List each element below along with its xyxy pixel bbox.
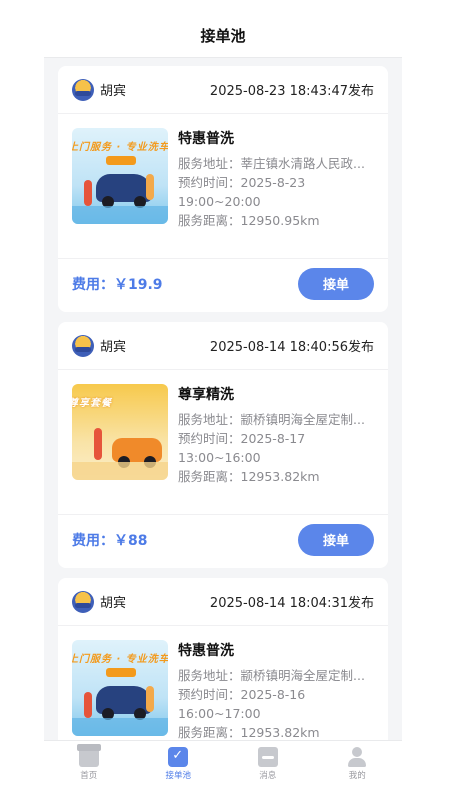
order-details: 尊享套餐 尊享精洗 服务地址：颛桥镇明海全屋定制... 预约时间：2025-8-… [58, 370, 388, 514]
service-thumbnail: 上门服务 · 专业洗车 [72, 640, 168, 736]
publish-time: 2025-08-14 18:40:56发布 [209, 340, 374, 355]
order-details: 上门服务 · 专业洗车 特惠普洗 服务地址：莘庄镇水清路人民政... 预约时间：… [58, 114, 388, 258]
service-address: 服务地址：颛桥镇明海全屋定制... [178, 668, 365, 683]
appointment-slot: 13:00~16:00 [178, 450, 261, 465]
service-address: 服务地址：颛桥镇明海全屋定制... [178, 412, 365, 427]
order-footer: 费用：￥88 接单 [58, 514, 388, 564]
car-illustration [96, 686, 152, 720]
tab-messages[interactable]: 消息 [223, 741, 313, 786]
tab-home[interactable]: 首页 [44, 741, 134, 786]
customer-info: 胡宾 [72, 334, 127, 357]
message-icon [257, 746, 278, 767]
order-card-header: 胡宾 2025-08-14 18:04:31发布 [58, 578, 388, 626]
tab-label: 接单池 [165, 770, 191, 781]
order-fee: 费用：￥19.9 [72, 276, 163, 293]
service-name: 特惠普洗 [178, 643, 234, 659]
worker-illustration [84, 692, 92, 718]
thumbnail-tag [106, 156, 136, 165]
service-name: 尊享精洗 [178, 387, 234, 403]
water-illustration [72, 206, 168, 224]
order-fee: 费用：￥88 [72, 532, 148, 549]
avatar [72, 334, 94, 357]
service-thumbnail: 上门服务 · 专业洗车 [72, 128, 168, 224]
profile-icon [347, 746, 367, 767]
order-card[interactable]: 胡宾 2025-08-14 18:40:56发布 尊享套餐 尊享精洗 服务地址：… [58, 322, 388, 568]
service-name: 特惠普洗 [178, 131, 234, 147]
order-pool-icon [168, 746, 189, 767]
thumbnail-banner: 上门服务 · 专业洗车 [72, 142, 168, 153]
accept-order-button[interactable]: 接单 [298, 523, 374, 556]
tab-label: 消息 [259, 770, 277, 781]
appointment-date: 预约时间：2025-8-16 [178, 687, 306, 702]
worker-illustration [84, 180, 92, 206]
app-screen: 接单池 胡宾 2025-08-23 18:43:47发布 上门服务 · 专业洗车… [44, 14, 402, 786]
worker-illustration [146, 686, 154, 712]
car-illustration [112, 438, 162, 468]
tab-profile[interactable]: 我的 [313, 741, 403, 786]
tab-label: 首页 [80, 770, 98, 781]
appointment-slot: 19:00~20:00 [178, 194, 261, 209]
appointment-date: 预约时间：2025-8-23 [178, 175, 306, 190]
appointment-slot: 16:00~17:00 [178, 706, 261, 721]
service-distance: 服务距离：12950.95km [178, 213, 320, 228]
page-title: 接单池 [44, 14, 402, 58]
appointment-date: 预约时间：2025-8-17 [178, 431, 306, 446]
bottom-tab-bar: 首页 接单池 消息 我的 [44, 740, 402, 786]
avatar [72, 590, 94, 613]
tab-order-pool[interactable]: 接单池 [134, 741, 224, 786]
home-icon [76, 743, 101, 767]
water-illustration [72, 718, 168, 736]
order-info: 尊享精洗 服务地址：颛桥镇明海全屋定制... 预约时间：2025-8-17 13… [168, 384, 374, 514]
customer-name: 胡宾 [100, 340, 127, 355]
avatar [72, 78, 94, 101]
customer-name: 胡宾 [100, 596, 127, 611]
order-card-header: 胡宾 2025-08-23 18:43:47发布 [58, 66, 388, 114]
thumbnail-tag [106, 668, 136, 677]
thumbnail-banner: 上门服务 · 专业洗车 [72, 654, 168, 665]
order-footer: 费用：￥19.9 接单 [58, 258, 388, 308]
tab-label: 我的 [348, 770, 366, 781]
publish-time: 2025-08-23 18:43:47发布 [209, 84, 374, 99]
service-address: 服务地址：莘庄镇水清路人民政... [178, 156, 365, 171]
publish-time: 2025-08-14 18:04:31发布 [209, 596, 374, 611]
car-illustration [96, 174, 152, 208]
worker-illustration [146, 174, 154, 200]
customer-info: 胡宾 [72, 590, 127, 613]
customer-info: 胡宾 [72, 78, 127, 101]
order-card[interactable]: 胡宾 2025-08-23 18:43:47发布 上门服务 · 专业洗车 特惠普… [58, 66, 388, 312]
order-card-header: 胡宾 2025-08-14 18:40:56发布 [58, 322, 388, 370]
service-distance: 服务距离：12953.82km [178, 469, 320, 484]
service-thumbnail: 尊享套餐 [72, 384, 168, 480]
thumbnail-banner: 尊享套餐 [72, 398, 112, 409]
accept-order-button[interactable]: 接单 [298, 267, 374, 300]
customer-name: 胡宾 [100, 84, 127, 99]
ground-illustration [72, 462, 168, 480]
worker-illustration [94, 428, 102, 460]
order-info: 特惠普洗 服务地址：莘庄镇水清路人民政... 预约时间：2025-8-23 19… [168, 128, 374, 258]
